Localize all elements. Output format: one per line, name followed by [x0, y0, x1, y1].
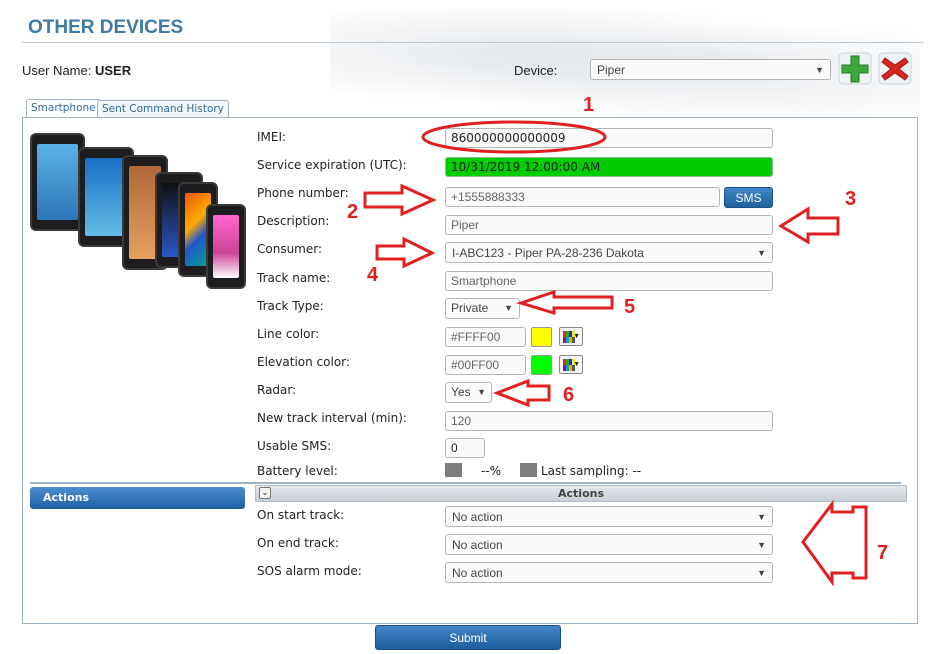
elevation-color-swatch — [531, 355, 552, 375]
elevation-color-field[interactable]: #00FF00 — [445, 355, 526, 375]
annotation-label-6: 6 — [563, 384, 575, 406]
consumer-select-value: I-ABC123 - Piper PA-28-236 Dakota — [452, 246, 644, 260]
device-select-value: Piper — [597, 63, 626, 77]
annotation-label-7: 7 — [877, 542, 889, 564]
page-title: OTHER DEVICES — [28, 17, 184, 38]
on-start-track-label: On start track: — [257, 508, 345, 522]
submit-button[interactable]: Submit — [375, 625, 561, 650]
actions-sidebar-tab[interactable]: Actions — [30, 487, 245, 509]
battery-level-value: --% — [481, 464, 502, 478]
on-end-track-value: No action — [452, 538, 503, 552]
tab-sent-command-history[interactable]: Sent Command History — [97, 100, 229, 118]
radar-select[interactable]: Yes ▼ — [445, 382, 492, 403]
new-track-interval-label: New track interval (min): — [257, 411, 407, 425]
actions-section-title: Actions — [558, 487, 604, 500]
imei-label: IMEI: — [257, 130, 287, 144]
user-name-value: USER — [94, 63, 132, 78]
consumer-label: Consumer: — [257, 242, 323, 256]
battery-level-label: Battery level: — [257, 464, 338, 478]
description-field[interactable]: Piper — [445, 215, 773, 235]
service-expiration-label: Service expiration (UTC): — [257, 158, 407, 172]
track-name-field[interactable]: Smartphone — [445, 271, 773, 291]
dropdown-arrow-icon: ▼ — [757, 568, 766, 578]
annotation-label-4: 4 — [367, 264, 379, 286]
track-type-select[interactable]: Private ▼ — [445, 298, 520, 319]
description-label: Description: — [257, 214, 330, 228]
collapse-icon[interactable]: ⌄ — [259, 487, 271, 499]
sos-alarm-mode-value: No action — [452, 566, 503, 580]
annotation-label-5: 5 — [624, 296, 636, 318]
smartphones-image — [30, 127, 246, 292]
track-type-label: Track Type: — [257, 299, 324, 313]
last-sampling-indicator — [520, 463, 537, 477]
usable-sms-label: Usable SMS: — [257, 439, 332, 453]
annotation-label-3: 3 — [845, 188, 857, 210]
plus-icon[interactable] — [838, 52, 872, 85]
dropdown-arrow-icon: ▼ — [757, 540, 766, 550]
annotation-label-1: 1 — [583, 94, 595, 116]
delete-x-icon[interactable] — [878, 52, 912, 85]
track-name-label: Track name: — [257, 271, 331, 285]
service-expiration-field: 10/31/2019 12:00:00 AM — [445, 157, 773, 177]
phone-number-label: Phone number: — [257, 186, 349, 200]
on-start-track-value: No action — [452, 510, 503, 524]
dropdown-arrow-icon: ▼ — [504, 303, 513, 313]
section-divider — [30, 482, 901, 484]
battery-indicator — [445, 463, 462, 477]
dropdown-arrow-icon: ▼ — [757, 512, 766, 522]
radar-label: Radar: — [257, 383, 297, 397]
usable-sms-field[interactable]: 0 — [445, 438, 485, 458]
sos-alarm-mode-select[interactable]: No action ▼ — [445, 562, 773, 583]
dropdown-arrow-icon: ▼ — [477, 387, 486, 397]
line-color-swatch — [531, 327, 552, 347]
sos-alarm-mode-label: SOS alarm mode: — [257, 564, 362, 578]
consumer-select[interactable]: I-ABC123 - Piper PA-28-236 Dakota ▼ — [445, 242, 773, 263]
line-color-field[interactable]: #FFFF00 — [445, 327, 526, 347]
user-name-label: User Name: — [22, 63, 92, 78]
device-select[interactable]: Piper ▼ — [590, 59, 831, 80]
title-divider — [22, 42, 924, 43]
dropdown-arrow-icon: ▼ — [757, 248, 766, 258]
last-sampling-label: Last sampling: -- — [541, 464, 642, 478]
line-color-label: Line color: — [257, 327, 320, 341]
device-label: Device: — [514, 63, 558, 78]
on-end-track-select[interactable]: No action ▼ — [445, 534, 773, 555]
color-palette-icon[interactable]: ▼ — [559, 355, 583, 374]
radar-value: Yes — [451, 385, 471, 399]
user-name: User Name: USER — [22, 63, 131, 78]
imei-field[interactable]: 860000000000009 — [445, 128, 773, 148]
on-end-track-label: On end track: — [257, 536, 339, 550]
phone-number-field[interactable]: +1555888333 — [445, 187, 720, 207]
actions-section-header[interactable]: ⌄ Actions — [255, 485, 907, 502]
track-type-value: Private — [451, 301, 489, 315]
annotation-label-2: 2 — [347, 201, 359, 223]
sms-button[interactable]: SMS — [724, 187, 773, 208]
color-palette-icon[interactable]: ▼ — [559, 327, 583, 346]
elevation-color-label: Elevation color: — [257, 355, 350, 369]
on-start-track-select[interactable]: No action ▼ — [445, 506, 773, 527]
tab-smartphone[interactable]: Smartphone — [26, 99, 101, 118]
new-track-interval-field[interactable]: 120 — [445, 411, 773, 431]
dropdown-arrow-icon: ▼ — [815, 65, 824, 75]
